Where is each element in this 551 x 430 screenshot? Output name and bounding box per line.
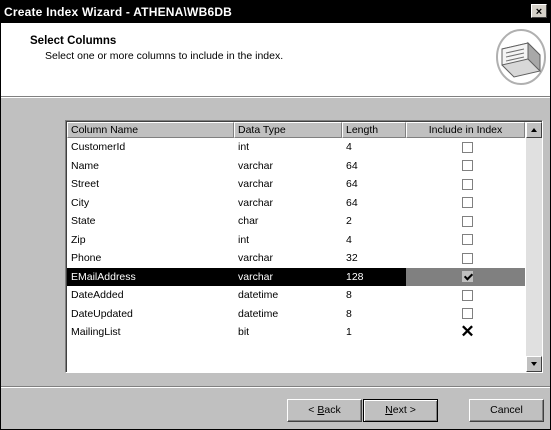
include-in-index-cell [406, 231, 525, 250]
vertical-scrollbar[interactable] [526, 122, 542, 372]
table-row[interactable]: Street varchar 64 [67, 175, 525, 194]
include-in-index-cell [406, 267, 525, 286]
back-prefix: < [308, 404, 318, 416]
data-type-cell: int [238, 141, 250, 153]
column-name-cell: Phone [71, 252, 102, 264]
length-cell: 64 [346, 178, 358, 190]
table-row[interactable]: Zip int 4 [67, 231, 525, 250]
header-divider [1, 97, 550, 98]
data-type-cell: datetime [238, 289, 279, 301]
include-checkbox[interactable] [462, 252, 473, 264]
include-checkbox[interactable] [462, 234, 473, 246]
include-in-index-cell: ✕ [406, 323, 525, 342]
column-name-cell: Zip [71, 233, 86, 246]
data-type-cell: varchar [238, 270, 274, 283]
length-cell: 1 [346, 326, 352, 338]
include-checkbox[interactable] [462, 160, 473, 172]
column-header-type[interactable]: Data Type [234, 122, 342, 138]
column-name-cell: MailingList [71, 326, 121, 338]
column-name-cell: Street [71, 178, 100, 190]
table-row[interactable]: Phone varchar 32 [67, 249, 525, 268]
next-hotkey: N [385, 404, 393, 416]
column-name-cell: DateAdded [71, 289, 124, 301]
length-cell: 4 [346, 141, 352, 153]
table-row[interactable]: EMailAddress varchar 128 [67, 267, 525, 286]
wizard-header: Select Columns Select one or more column… [1, 23, 550, 97]
data-type-cell: datetime [238, 307, 279, 320]
next-label: ext > [392, 404, 416, 416]
scroll-down-button[interactable] [526, 356, 542, 372]
column-name-cell: CustomerId [71, 141, 126, 153]
table-row[interactable]: MailingList bit 1 ✕ [67, 323, 525, 342]
table-row[interactable]: State char 2 [67, 212, 525, 231]
include-checkbox[interactable] [462, 141, 473, 153]
include-checkbox[interactable] [462, 308, 473, 320]
title-bar[interactable]: Create Index Wizard - ATHENA\WB6DB × [1, 1, 550, 23]
column-name-cell: DateUpdated [71, 307, 133, 320]
footer-divider-highlight [1, 387, 550, 388]
data-type-cell: varchar [238, 178, 274, 190]
window-title: Create Index Wizard - ATHENA\WB6DB [4, 5, 233, 19]
column-header-name[interactable]: Column Name [67, 122, 234, 138]
length-cell: 128 [346, 270, 364, 283]
length-cell: 64 [346, 196, 358, 209]
column-name-cell: State [71, 215, 96, 227]
column-header-include[interactable]: Include in Index [406, 122, 525, 138]
include-checkbox[interactable] [462, 178, 473, 190]
length-cell: 8 [346, 307, 352, 320]
not-allowed-icon: ✕ [460, 323, 475, 342]
column-header-length[interactable]: Length [342, 122, 406, 138]
data-type-cell: bit [238, 326, 250, 338]
column-name-cell: City [71, 196, 90, 209]
include-checkbox[interactable] [462, 271, 473, 283]
table-row[interactable]: DateAdded datetime 8 [67, 286, 525, 305]
include-in-index-cell [406, 249, 525, 268]
include-checkbox[interactable] [462, 289, 473, 301]
grid-header: Column Name Data Type Length Include in … [67, 122, 525, 138]
scroll-up-button[interactable] [526, 122, 542, 138]
length-cell: 64 [346, 159, 358, 172]
include-in-index-cell [406, 212, 525, 231]
data-type-cell: varchar [238, 159, 274, 172]
length-cell: 8 [346, 289, 352, 301]
include-in-index-cell [406, 286, 525, 305]
include-in-index-cell [406, 175, 525, 194]
length-cell: 4 [346, 233, 352, 246]
column-name-cell: Name [71, 159, 100, 172]
length-cell: 32 [346, 252, 358, 264]
table-row[interactable]: CustomerId int 4 [67, 138, 525, 157]
page-title: Select Columns [30, 35, 117, 47]
next-button[interactable]: Next > [363, 399, 438, 422]
data-type-cell: varchar [238, 252, 274, 264]
include-in-index-cell [406, 305, 525, 324]
wizard-document-icon [496, 29, 546, 85]
include-checkbox[interactable] [462, 215, 473, 227]
page-subtitle: Select one or more columns to include in… [45, 50, 284, 62]
grid-rows: CustomerId int 4 Name varchar 64 Street varchar… [67, 138, 525, 342]
include-in-index-cell [406, 157, 525, 176]
table-row[interactable]: DateUpdated datetime 8 [67, 305, 525, 324]
back-label: ack [324, 404, 341, 416]
include-in-index-cell [406, 138, 525, 157]
data-type-cell: int [238, 233, 250, 246]
table-row[interactable]: City varchar 64 [67, 194, 525, 213]
include-in-index-cell [406, 194, 525, 213]
close-icon: × [535, 6, 543, 18]
data-type-cell: varchar [238, 196, 274, 209]
table-row[interactable]: Name varchar 64 [67, 157, 525, 176]
cancel-button[interactable]: Cancel [469, 399, 544, 422]
close-button[interactable]: × [531, 4, 547, 18]
length-cell: 2 [346, 215, 352, 227]
data-type-cell: char [238, 215, 259, 227]
columns-grid[interactable]: Column Name Data Type Length Include in … [65, 120, 543, 373]
column-name-cell: EMailAddress [71, 270, 136, 283]
back-button[interactable]: < Back [287, 399, 362, 422]
create-index-wizard-window: Create Index Wizard - ATHENA\WB6DB × Sel… [0, 0, 551, 430]
include-checkbox[interactable] [462, 197, 473, 209]
